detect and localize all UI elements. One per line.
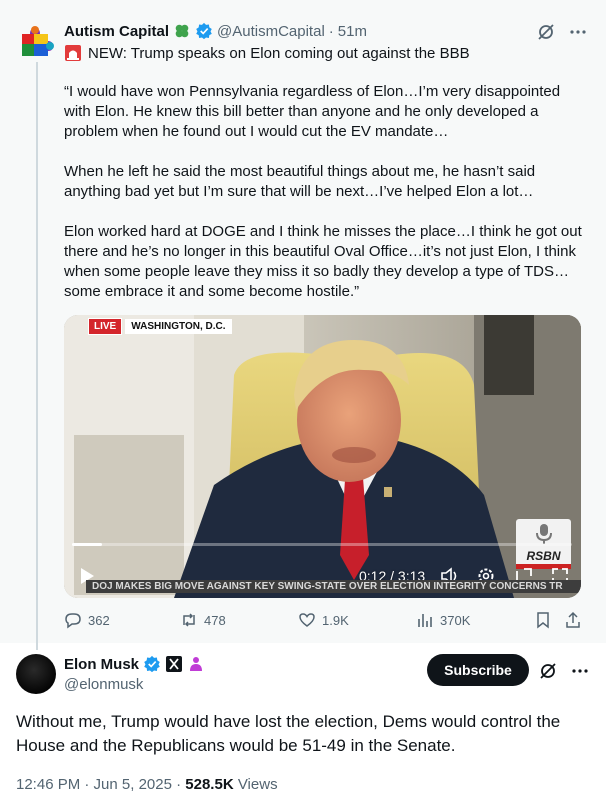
location-label: WASHINGTON, D.C. xyxy=(125,319,232,334)
paragraph-3: Elon worked hard at DOGE and I think he … xyxy=(64,223,582,300)
verified-badge-icon xyxy=(196,22,212,40)
headline-text: NEW: Trump speaks on Elon coming out aga… xyxy=(88,44,470,62)
like-button[interactable]: 1.9K xyxy=(298,611,349,629)
elon-musk-avatar[interactable] xyxy=(16,654,56,694)
thread-connector-line xyxy=(36,62,38,650)
views-count: 528.5K xyxy=(185,776,234,793)
quoted-post-text: “I would have won Pennsylvania regardles… xyxy=(64,82,586,322)
video-progress-fill xyxy=(72,543,102,546)
post-timestamp[interactable]: 12:46 PM · Jun 5, 2025 · xyxy=(16,776,181,793)
author-handle[interactable]: @AutismCapital xyxy=(217,23,325,40)
video-player[interactable]: LIVE WASHINGTON, D.C. RSBN 0:12 / 3:13 D… xyxy=(64,315,581,598)
paragraph-1: “I would have won Pennsylvania regardles… xyxy=(64,83,561,140)
live-badge: LIVE WASHINGTON, D.C. xyxy=(88,318,232,335)
heart-icon xyxy=(299,613,315,627)
views-button[interactable]: 370K xyxy=(416,611,470,629)
autism-capital-avatar[interactable] xyxy=(16,20,56,60)
live-label: LIVE xyxy=(88,318,123,335)
quoted-post-header: Autism Capital @AutismCapital · 51m xyxy=(64,22,367,40)
author-handle[interactable]: @elonmusk xyxy=(64,676,143,693)
more-options-icon[interactable] xyxy=(568,22,588,42)
bookmark-icon[interactable] xyxy=(534,611,552,629)
author-name[interactable]: Elon Musk xyxy=(64,656,139,673)
grok-icon[interactable] xyxy=(536,22,556,42)
main-post-text: Without me, Trump would have lost the el… xyxy=(16,712,561,755)
x-affiliate-badge-icon xyxy=(166,656,183,672)
main-post-header: Elon Musk xyxy=(64,655,205,673)
verified-badge-icon xyxy=(144,655,160,673)
views-label: Views xyxy=(237,776,278,793)
share-icon[interactable] xyxy=(564,611,582,629)
rsbn-text: RSBN xyxy=(526,549,561,563)
views-count: 370K xyxy=(440,612,471,628)
post-metadata: 12:46 PM · Jun 5, 2025 · 528.5K Views xyxy=(16,776,278,793)
siren-icon xyxy=(65,45,81,61)
repost-count: 478 xyxy=(204,612,226,628)
headline-row: NEW: Trump speaks on Elon coming out aga… xyxy=(64,44,470,62)
clover-icon xyxy=(175,24,189,38)
more-options-icon[interactable] xyxy=(570,661,590,681)
author-name[interactable]: Autism Capital xyxy=(64,23,169,40)
repost-icon xyxy=(183,613,195,627)
like-count: 1.9K xyxy=(322,612,349,628)
reply-button[interactable]: 362 xyxy=(64,611,110,629)
paragraph-2: When he left he said the most beautiful … xyxy=(64,163,536,200)
government-figure-icon xyxy=(190,657,203,671)
video-progress-bar[interactable] xyxy=(72,543,572,546)
engagement-bar: 362 478 1.9K 370K xyxy=(64,611,586,631)
news-ticker: DOJ MAKES BIG MOVE AGAINST KEY SWING-STA… xyxy=(86,580,581,593)
reply-count: 362 xyxy=(88,612,110,628)
video-frame-image xyxy=(64,315,581,598)
reply-icon xyxy=(65,613,81,629)
main-post-actions xyxy=(538,661,590,681)
separator: · xyxy=(328,22,334,40)
analytics-icon xyxy=(418,614,432,627)
subscribe-button[interactable]: Subscribe xyxy=(427,654,529,686)
repost-button[interactable]: 478 xyxy=(180,611,226,629)
quoted-post-actions xyxy=(536,22,588,42)
microphone-icon xyxy=(535,524,552,544)
post-time[interactable]: 51m xyxy=(338,23,367,40)
grok-icon[interactable] xyxy=(538,661,558,681)
